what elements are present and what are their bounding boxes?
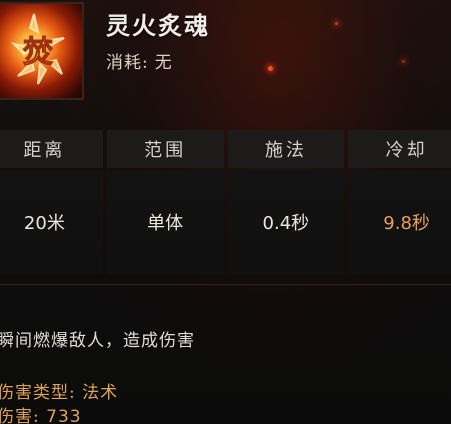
damage-label: 伤害:	[0, 407, 40, 424]
damage-type-row: 伤害类型: 法术	[0, 378, 118, 403]
stat-value-range: 20米	[0, 170, 103, 274]
stat-value-cast: 0.4秒	[227, 170, 345, 274]
stats-header-row: 距离 范围 施法 冷却	[0, 130, 451, 168]
svg-text:焚: 焚	[23, 35, 53, 70]
skill-tooltip-panel: 焚 灵火炙魂 消耗: 无 距离 范围 施法 冷却 20米 单体 0.4秒 9.8秒…	[0, 0, 451, 424]
stat-header-cooldown: 冷却	[348, 130, 451, 168]
stat-header-cast: 施法	[227, 130, 345, 168]
skill-stats-table: 距离 范围 施法 冷却 20米 单体 0.4秒 9.8秒	[0, 130, 451, 274]
ember-particle	[402, 60, 405, 63]
damage-type-label: 伤害类型:	[0, 383, 76, 403]
skill-name: 灵火炙魂	[106, 11, 210, 40]
stat-value-cooldown: 9.8秒	[348, 170, 451, 274]
stat-header-range: 距离	[0, 130, 103, 168]
skill-description: 瞬间燃爆敌人，造成伤害	[0, 331, 195, 351]
stat-value-area: 单体	[106, 170, 224, 274]
stat-header-area: 范围	[106, 130, 224, 168]
cost-label: 消耗:	[106, 53, 149, 73]
section-divider	[0, 284, 451, 285]
cost-row: 消耗: 无	[106, 48, 179, 73]
flame-skill-icon: 焚	[0, 2, 84, 100]
ember-particle	[335, 22, 338, 25]
stats-value-row: 20米 单体 0.4秒 9.8秒	[0, 170, 451, 274]
damage-type-value: 法术	[82, 383, 119, 403]
damage-row: 伤害: 733	[0, 402, 82, 424]
cost-value: 无	[154, 53, 173, 73]
ember-particle	[268, 66, 273, 71]
damage-value: 733	[46, 407, 82, 424]
